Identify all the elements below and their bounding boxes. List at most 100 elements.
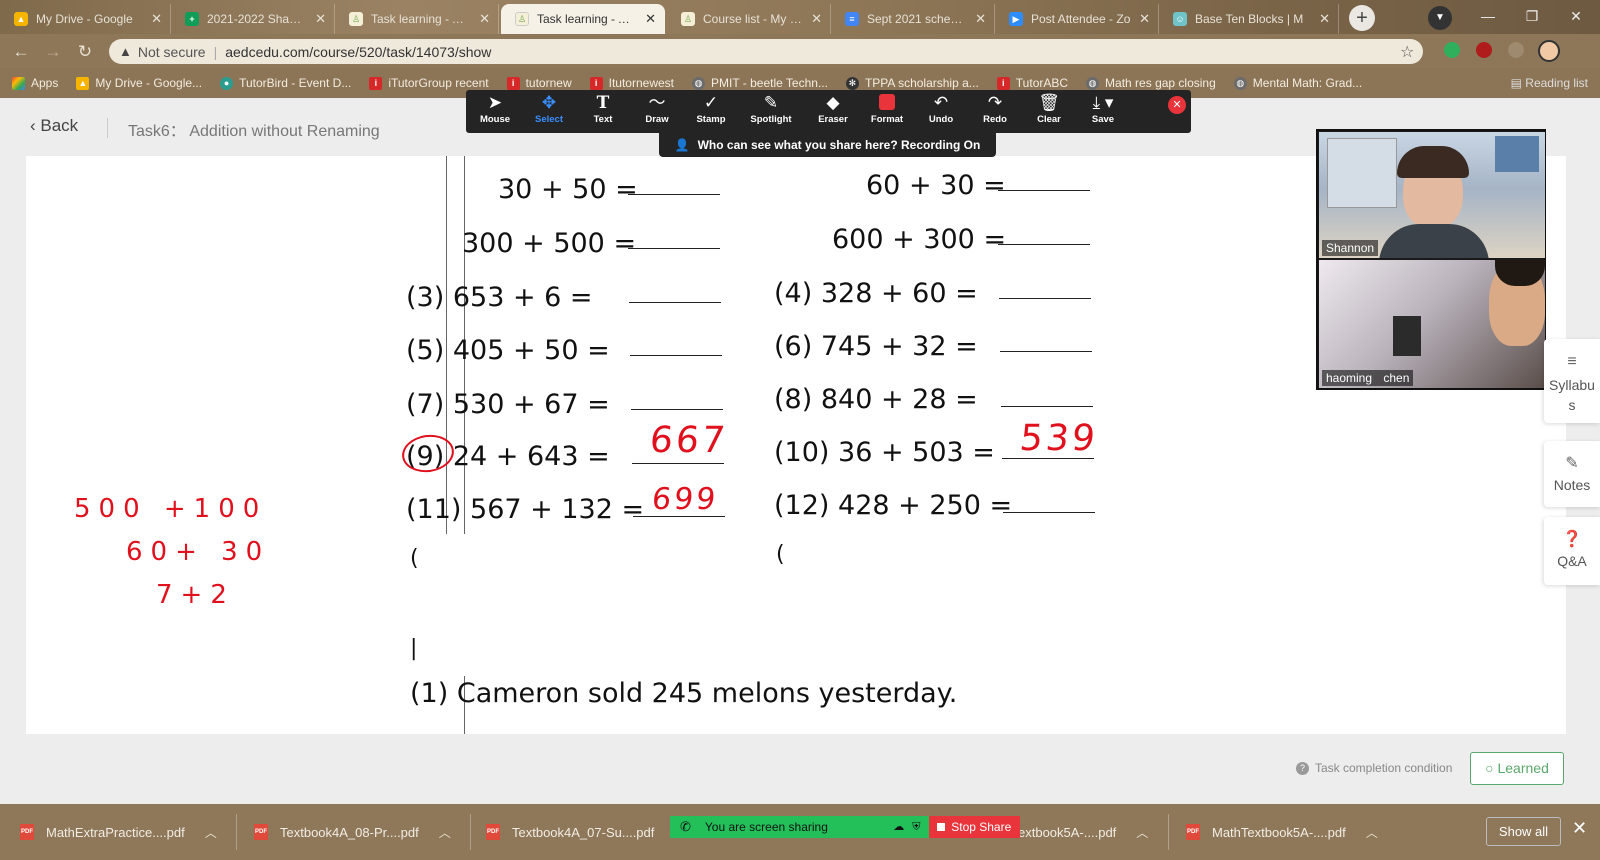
- answer-blank: [998, 244, 1090, 245]
- problem-number: (1): [410, 678, 449, 709]
- tool-eraser[interactable]: ◆ Eraser: [810, 92, 856, 132]
- browser-tab[interactable]: + 2021-2022 Shannon ✕: [171, 4, 335, 34]
- handwritten-scratch: 60+ 30: [126, 537, 271, 567]
- chevron-up-icon[interactable]: ︿: [205, 824, 217, 841]
- bookmark-label: Itutornewest: [608, 76, 674, 90]
- tool-clear[interactable]: 🗑 Clear: [1026, 92, 1072, 132]
- screen-share-message: You are screen sharing: [704, 820, 828, 834]
- ublock-icon[interactable]: [1476, 42, 1492, 58]
- bookmark-star-icon[interactable]: ☆: [1400, 42, 1414, 62]
- back-arrow-icon[interactable]: ←: [10, 41, 32, 63]
- bookmark-label: PMIT - beetle Techn...: [711, 76, 828, 90]
- bookmark-item[interactable]: ● TutorBird - Event D...: [220, 76, 351, 90]
- restore-icon[interactable]: ❐: [1510, 4, 1554, 28]
- task-completion-condition[interactable]: ? Task completion condition: [1296, 761, 1452, 775]
- answer-blank: [1001, 406, 1093, 407]
- stamp-check-icon: ✓: [703, 93, 719, 112]
- answer-blank: [629, 302, 721, 303]
- close-icon[interactable]: ✕: [645, 11, 656, 27]
- new-tab-button[interactable]: +: [1349, 5, 1375, 31]
- bookmark-item[interactable]: ◍ Math res gap closing: [1086, 76, 1216, 90]
- tool-label: Format: [870, 114, 904, 125]
- download-item[interactable]: extbook5A-....pdf ︿: [1018, 820, 1148, 844]
- tool-format[interactable]: Format: [864, 92, 910, 132]
- download-item[interactable]: PDF Textbook4A_07-Su....pdf: [486, 820, 654, 844]
- tool-spotlight[interactable]: ✎ Spotlight: [748, 92, 794, 132]
- tool-label: Select: [535, 114, 563, 125]
- close-icon[interactable]: ✕: [975, 11, 986, 27]
- close-icon[interactable]: ✕: [811, 11, 822, 27]
- chevron-up-icon[interactable]: ︿: [1136, 824, 1148, 841]
- download-item[interactable]: PDF Textbook4A_08-Pr....pdf ︿: [254, 820, 451, 844]
- stop-share-button[interactable]: Stop Share: [928, 816, 1020, 838]
- download-item[interactable]: PDF MathExtraPractice....pdf ︿: [20, 820, 217, 844]
- browser-tab-active[interactable]: ♙ Task learning - Aca ✕: [501, 4, 665, 34]
- bookmark-item[interactable]: i TutorABC: [996, 76, 1068, 90]
- extension-icon[interactable]: [1444, 42, 1460, 58]
- chevron-up-icon[interactable]: ︿: [439, 824, 451, 841]
- equation-row: 60 + 30 =: [866, 170, 1006, 201]
- tool-draw[interactable]: 〜 Draw: [634, 92, 680, 132]
- tool-undo[interactable]: ↶ Undo: [918, 92, 964, 132]
- close-icon[interactable]: ✕: [315, 11, 326, 27]
- forward-arrow-icon[interactable]: →: [42, 41, 64, 63]
- browser-tab[interactable]: ☺ Base Ten Blocks | M ✕: [1159, 4, 1339, 34]
- bookmark-item[interactable]: i iTutorGroup recent: [369, 76, 489, 90]
- tool-stamp[interactable]: ✓ Stamp: [688, 92, 734, 132]
- browser-tab[interactable]: ▶ Post Attendee - Zo ✕: [995, 4, 1159, 34]
- minimize-icon[interactable]: —: [1466, 4, 1510, 28]
- tool-select[interactable]: ✥ Select: [526, 92, 572, 132]
- side-tab-notes[interactable]: ✎ Notes: [1544, 441, 1600, 507]
- tool-text[interactable]: T Text: [580, 92, 626, 132]
- mathlearning-icon: ☺: [1173, 12, 1187, 26]
- close-downloads-icon[interactable]: ✕: [1572, 818, 1587, 839]
- video-tile[interactable]: haoming chen: [1319, 260, 1545, 388]
- bookmark-label: My Drive - Google...: [95, 76, 203, 90]
- equation-row: (6) 745 + 32 =: [774, 331, 978, 362]
- problem-number: (6): [774, 331, 813, 362]
- tool-save[interactable]: ⤓ ▾ Save: [1080, 92, 1126, 132]
- tool-redo[interactable]: ↷ Redo: [972, 92, 1018, 132]
- side-tab-syllabus[interactable]: ≡ Syllabus: [1544, 339, 1600, 423]
- close-icon[interactable]: ✕: [479, 11, 490, 27]
- reading-list[interactable]: ▤ Reading list: [1511, 76, 1588, 90]
- annotation-close-button[interactable]: ✕: [1168, 96, 1186, 114]
- recording-notice[interactable]: 👤 Who can see what you share here? Record…: [659, 133, 996, 157]
- bookmark-item[interactable]: ◍ Mental Math: Grad...: [1233, 76, 1362, 90]
- address-bar[interactable]: ▲ Not secure | aedcedu.com/course/520/ta…: [109, 39, 1423, 64]
- window-close-icon[interactable]: ✕: [1554, 4, 1598, 28]
- bookmark-item[interactable]: i tutornew: [506, 76, 572, 90]
- download-filename: MathTextbook5A-....pdf: [1212, 824, 1346, 840]
- back-button[interactable]: ‹ Back: [30, 116, 78, 136]
- tab-search-icon[interactable]: ▼: [1428, 6, 1452, 30]
- tool-mouse[interactable]: ➤ Mouse: [472, 92, 518, 132]
- browser-tab[interactable]: ≡ Sept 2021 schedule ✕: [831, 4, 995, 34]
- extensions-puzzle-icon[interactable]: [1508, 42, 1524, 58]
- browser-tab[interactable]: ▲ My Drive - Google ✕: [0, 4, 171, 34]
- profile-avatar[interactable]: [1538, 40, 1560, 62]
- bookmark-item[interactable]: ▲ My Drive - Google...: [76, 76, 202, 90]
- side-tab-qa[interactable]: ❓ Q&A: [1544, 517, 1600, 585]
- screen-share-status[interactable]: ✆ You are screen sharing ☁ ⛨: [670, 816, 929, 838]
- answer-blank: [628, 194, 720, 195]
- bookmark-label: TPPA scholarship a...: [864, 76, 979, 90]
- close-icon[interactable]: ✕: [1139, 11, 1150, 27]
- close-icon[interactable]: ✕: [151, 11, 162, 27]
- help-icon: ?: [1296, 761, 1309, 775]
- download-item[interactable]: PDF MathTextbook5A-....pdf ︿: [1186, 820, 1378, 844]
- browser-tab[interactable]: ♙ Task learning - Aca ✕: [335, 4, 499, 34]
- bookmark-item[interactable]: ◍ PMIT - beetle Techn...: [692, 76, 828, 90]
- tab-title: Task learning - Aca: [371, 12, 472, 26]
- bookmark-item[interactable]: ✻ TPPA scholarship a...: [845, 76, 979, 90]
- bookmark-item[interactable]: i Itutornewest: [589, 76, 674, 90]
- handwritten-answer: 539: [1017, 418, 1100, 459]
- chevron-up-icon[interactable]: ︿: [1366, 824, 1378, 841]
- show-all-button[interactable]: Show all: [1486, 817, 1561, 846]
- reload-icon[interactable]: ↻: [74, 41, 96, 63]
- close-icon[interactable]: ✕: [1319, 11, 1330, 27]
- video-tile[interactable]: Shannon: [1319, 132, 1545, 258]
- bookmark-item[interactable]: Apps: [12, 76, 58, 90]
- browser-tab[interactable]: ♙ Course list - My tea ✕: [667, 4, 831, 34]
- tab-title: Course list - My tea: [703, 12, 804, 26]
- learned-button[interactable]: ○ Learned: [1470, 752, 1564, 785]
